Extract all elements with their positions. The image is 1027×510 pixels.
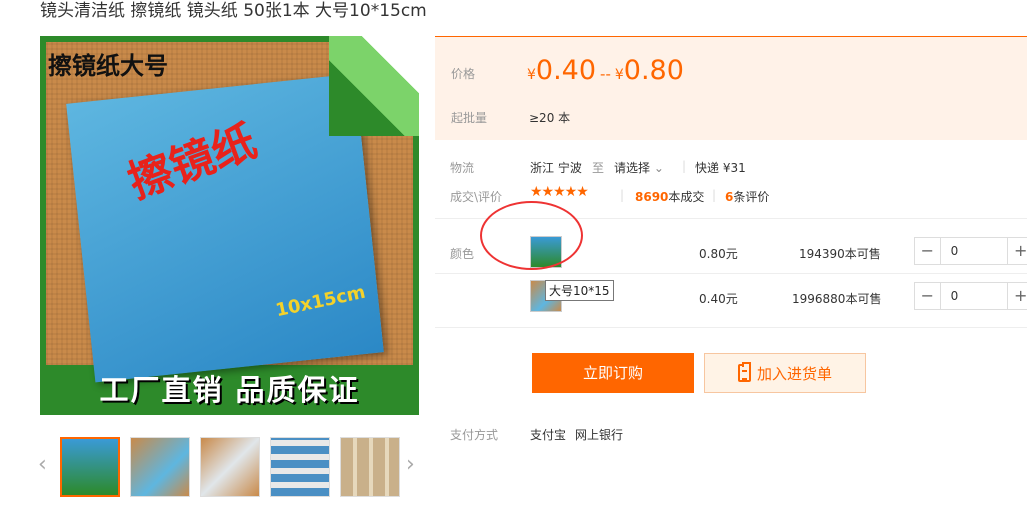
payment-label: 支付方式 xyxy=(450,428,499,442)
increment-button[interactable]: + xyxy=(1008,238,1027,264)
currency-symbol: ¥ xyxy=(614,67,624,83)
quantity-stepper: − 0 + xyxy=(914,237,1027,265)
divider xyxy=(435,273,1027,274)
moq-value: ≥20 本 xyxy=(529,111,571,125)
rating-stars: ★★★★★ xyxy=(530,184,589,200)
thumbnail-1[interactable] xyxy=(60,437,120,497)
moq-label: 起批量 xyxy=(451,111,488,125)
add-to-cart-button[interactable]: 加入进货单 xyxy=(704,353,866,393)
thumbnail-5[interactable] xyxy=(340,437,400,497)
thumbnail-strip xyxy=(60,437,400,497)
add-to-cart-label: 加入进货单 xyxy=(756,364,832,383)
shipping-fee: 快递 ¥31 xyxy=(695,161,746,175)
image-caption-bottom: 工厂直销 品质保证 xyxy=(99,373,360,407)
product-title: 镜头清洁纸 擦镜纸 镜头纸 50张1本 大号10*15cm xyxy=(40,1,427,21)
review-suffix: 条评价 xyxy=(733,190,770,204)
sku-price: 0.80元 xyxy=(699,247,738,261)
chevron-left-icon[interactable]: ‹ xyxy=(38,452,47,477)
logistics-to: 至 xyxy=(592,161,605,175)
quantity-input[interactable]: 0 xyxy=(941,283,1009,309)
main-product-image: 擦镜纸 10x15cm 擦镜纸大号 工厂直销 品质保证 xyxy=(40,36,419,415)
quantity-stepper: − 0 + xyxy=(914,282,1027,310)
chevron-right-icon[interactable]: › xyxy=(406,452,415,477)
sku-price: 0.40元 xyxy=(699,292,738,306)
thumbnail-4[interactable] xyxy=(270,437,330,497)
image-caption-top: 擦镜纸大号 xyxy=(48,52,168,80)
logistics-label: 物流 xyxy=(450,161,475,175)
sku-tooltip: 大号10*15 xyxy=(545,280,614,301)
reviews-divider: | xyxy=(620,188,625,202)
chevron-down-icon: ⌄ xyxy=(653,161,664,175)
destination-select[interactable]: 请选择 ⌄ xyxy=(614,159,664,176)
price-max: 0.80 xyxy=(623,55,684,86)
sku-label: 颜色 xyxy=(450,247,475,261)
review-count[interactable]: 6条评价 xyxy=(725,188,769,205)
quantity-input[interactable]: 0 xyxy=(941,238,1009,264)
decrement-button[interactable]: − xyxy=(915,238,941,264)
annotation-circle xyxy=(480,201,583,270)
payment-alipay: 支付宝 xyxy=(530,428,567,442)
reviews-label: 成交\评价 xyxy=(450,190,503,204)
sku-stock: 194390本可售 xyxy=(799,247,881,261)
deals-suffix: 本成交 xyxy=(668,190,705,204)
thumbnail-3[interactable] xyxy=(200,437,260,497)
deals-number: 8690 xyxy=(635,190,669,204)
price-range: ¥0.40 -- ¥0.80 xyxy=(527,55,684,86)
deals-count[interactable]: 8690本成交 xyxy=(635,188,704,205)
price-min: 0.40 xyxy=(535,55,597,86)
clipboard-icon xyxy=(737,362,751,382)
logistics-origin: 浙江 宁波 xyxy=(530,161,582,175)
payment-bank: 网上银行 xyxy=(575,428,624,442)
increment-button[interactable]: + xyxy=(1008,283,1027,309)
thumbnail-2[interactable] xyxy=(130,437,190,497)
price-separator: -- xyxy=(600,65,611,83)
decrement-button[interactable]: − xyxy=(915,283,941,309)
price-panel: 价格 ¥0.40 -- ¥0.80 起批量 ≥20 本 xyxy=(435,36,1027,140)
currency-symbol: ¥ xyxy=(527,67,536,83)
page-curl xyxy=(329,36,419,136)
sku-stock: 1996880本可售 xyxy=(792,292,882,306)
reviews-divider: | xyxy=(712,188,717,202)
destination-select-value: 请选择 xyxy=(614,161,651,175)
divider xyxy=(435,327,1027,328)
price-label: 价格 xyxy=(451,67,476,81)
buy-now-button[interactable]: 立即订购 xyxy=(532,353,694,393)
logistics-divider: | xyxy=(682,159,687,173)
